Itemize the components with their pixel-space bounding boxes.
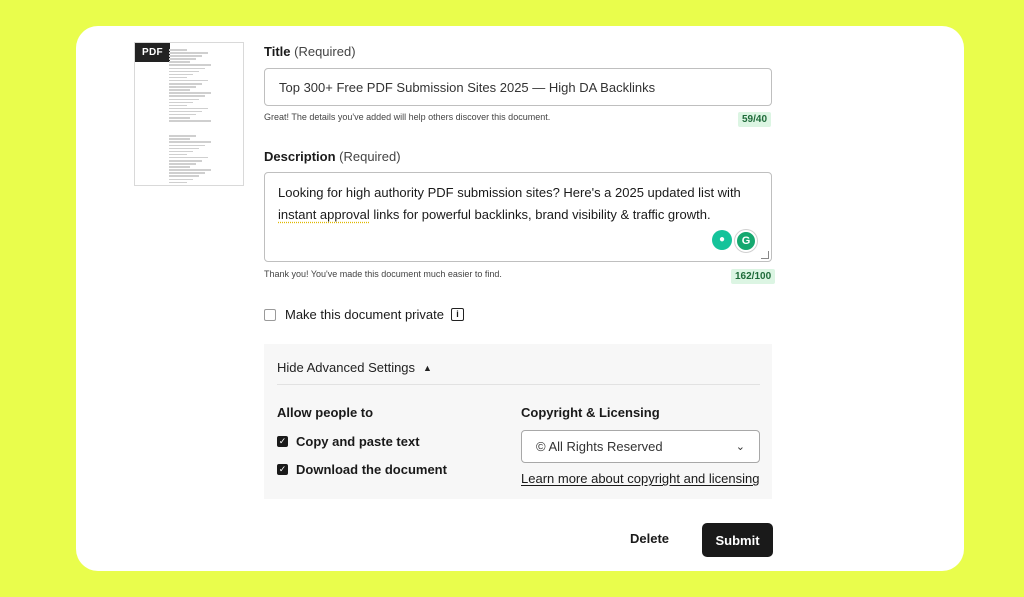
thumbnail-line [169,178,193,181]
thumbnail-line [169,135,196,137]
thumbnail-line [169,172,205,174]
private-option-label: Make this document private [285,307,444,322]
title-label-text: Title [264,44,291,59]
copyright-selected-value: © All Rights Reserved [536,439,663,454]
description-hint: Thank you! You've made this document muc… [264,269,502,279]
thumbnail-line [169,95,205,97]
thumbnail-line [169,153,187,156]
description-char-count: 162/100 [731,269,776,284]
title-label: Title (Required) [264,44,356,59]
thumbnail-line [169,184,208,185]
title-input[interactable] [264,68,772,106]
upload-form-card: PDF Title (Required) Great! The details … [76,26,964,571]
chevron-down-icon: ⌄ [735,441,745,453]
thumbnail-line [169,79,208,82]
thumbnail-line [169,98,199,100]
thumbnail-preview-lines [169,49,229,185]
thumbnail-line [169,52,208,54]
title-char-count: 59/40 [738,112,772,127]
advanced-settings-panel: Hide Advanced Settings ▲ Allow people to… [264,344,772,499]
thumbnail-line [169,141,211,143]
thumbnail-line [169,89,190,91]
thumbnail-line [169,83,202,85]
thumbnail-line [169,104,187,107]
thumbnail-line [169,70,199,73]
copy-paste-option[interactable]: ✓ Copy and paste text [277,434,420,449]
thumbnail-line [169,64,211,66]
copyright-heading: Copyright & Licensing [521,405,660,420]
description-line-2: links for powerful backlinks, brand visi… [369,207,711,222]
thumbnail-gap [169,123,229,135]
grammarly-icon[interactable]: G [735,230,757,252]
download-label: Download the document [296,462,447,477]
thumbnail-line [169,61,190,63]
copy-paste-label: Copy and paste text [296,434,420,449]
copyright-select[interactable]: © All Rights Reserved ⌄ [521,430,760,463]
thumbnail-line [169,150,193,153]
thumbnail-line [169,113,196,116]
advanced-divider [277,384,760,385]
learn-more-link[interactable]: Learn more about copyright and licensing [521,471,759,486]
info-icon[interactable]: i [450,308,464,321]
thumbnail-line [169,169,211,171]
thumbnail-line [169,55,202,57]
thumbnail-line [169,76,187,79]
private-checkbox[interactable] [264,308,276,321]
advanced-toggle-label: Hide Advanced Settings [277,360,416,375]
hide-advanced-settings-toggle[interactable]: Hide Advanced Settings ▲ [277,360,432,375]
thumbnail-line [169,110,202,113]
allow-people-heading: Allow people to [277,405,374,420]
description-underlined-phrase: instant approval [278,207,370,222]
thumbnail-line [169,67,205,70]
thumbnail-line [169,138,190,140]
thumbnail-line [169,181,187,184]
delete-button[interactable]: Delete [630,531,669,546]
chevron-up-icon: ▲ [423,362,432,373]
thumbnail-line [169,101,193,104]
thumbnail-line [169,166,190,168]
description-line-1: Looking for high authority PDF submissio… [278,185,741,200]
lightbulb-icon[interactable]: ● [712,230,732,250]
thumbnail-line [169,120,211,122]
description-label: Description (Required) [264,149,401,164]
grammarly-widget: ● G [712,230,757,252]
private-option-row[interactable]: Make this document private i [264,307,464,322]
thumbnail-line [169,144,205,147]
thumbnail-line [169,92,211,94]
thumbnail-line [169,49,187,51]
thumbnail-line [169,160,202,162]
description-label-text: Description [264,149,336,164]
submit-button[interactable]: Submit [702,523,773,557]
checkmark-icon[interactable]: ✓ [277,464,288,475]
checkmark-icon[interactable]: ✓ [277,436,288,447]
thumbnail-line [169,117,190,119]
resize-handle[interactable] [761,251,769,259]
thumbnail-line [169,86,196,88]
thumbnail-line [169,73,193,76]
document-thumbnail: PDF [134,42,244,186]
thumbnail-line [169,58,196,60]
pdf-badge: PDF [135,43,170,62]
description-required-text: (Required) [339,149,401,164]
thumbnail-line [169,163,196,165]
description-textarea[interactable]: Looking for high authority PDF submissio… [264,172,772,262]
title-required-text: (Required) [294,44,356,59]
download-option[interactable]: ✓ Download the document [277,462,447,477]
title-hint: Great! The details you've added will hel… [264,112,551,122]
thumbnail-line [169,156,208,159]
thumbnail-line [169,147,199,150]
thumbnail-line [169,107,208,110]
thumbnail-line [169,175,199,177]
